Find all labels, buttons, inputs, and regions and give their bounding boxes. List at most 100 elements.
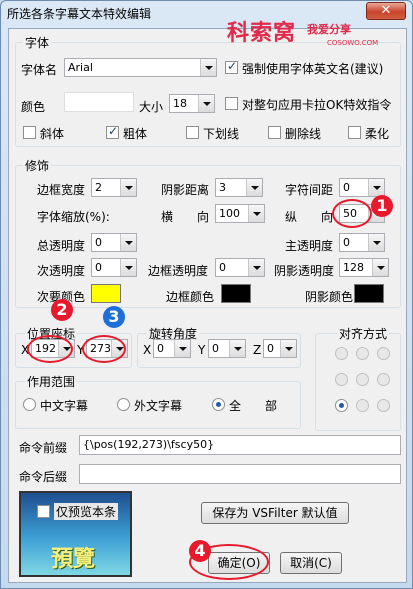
chevron-down-icon[interactable]	[246, 179, 262, 196]
chevron-down-icon[interactable]	[280, 340, 296, 357]
scope-chinese-label: 中文字幕	[40, 399, 89, 413]
italic-checkbox[interactable]	[23, 126, 36, 139]
primary-opacity-combo[interactable]: 0	[339, 233, 385, 252]
secondary-opacity-value: 0	[95, 261, 102, 274]
watermark-logo-text: 科索窝	[227, 21, 297, 46]
horizontal-scale-combo[interactable]: 100	[215, 204, 265, 223]
alignment-radio[interactable]	[335, 399, 348, 412]
command-prefix-input[interactable]: {\pos(192,273)\fscy50}	[79, 435, 401, 455]
font-name-value: Arial	[68, 61, 93, 74]
rotation-y-combo[interactable]: 0	[208, 339, 246, 358]
chevron-down-icon[interactable]	[372, 259, 388, 276]
chevron-down-icon[interactable]	[200, 59, 216, 76]
alignment-radio[interactable]	[377, 347, 390, 360]
scope-all-radio[interactable]	[212, 398, 225, 411]
window-title: 所选各条字幕文本特效编辑	[7, 7, 152, 21]
chevron-down-icon[interactable]	[229, 340, 245, 357]
chevron-down-icon[interactable]	[198, 95, 214, 112]
underline-label: 下划线	[203, 127, 240, 141]
primary-color-swatch[interactable]	[64, 92, 134, 112]
bold-label: 粗体	[123, 127, 148, 141]
bold-checkbox[interactable]	[106, 124, 119, 139]
shadow-distance-combo[interactable]: 3	[215, 178, 263, 197]
underline-checkbox[interactable]	[186, 126, 199, 139]
rotation-x-combo[interactable]: 0	[153, 339, 191, 358]
annotation-badge-1: 1	[371, 195, 393, 217]
shadow-color-label: 阴影颜色	[305, 290, 354, 304]
rotation-y-label: Y	[198, 343, 206, 357]
command-prefix-label: 命令前缀	[19, 441, 68, 455]
apply-karaoke-label: 对整句应用卡拉OK特效指令	[242, 98, 392, 112]
watermark-slogan: 我爱分享	[307, 23, 351, 36]
cancel-button[interactable]: 取消(C)	[280, 552, 342, 574]
command-suffix-label: 命令后缀	[19, 470, 68, 484]
border-width-combo[interactable]: 2	[91, 178, 137, 197]
force-english-name-label: 强制使用字体英文名(建议)	[242, 62, 384, 76]
primary-opacity-label: 主透明度	[285, 239, 334, 253]
alignment-radio[interactable]	[335, 373, 348, 386]
dialog-client: 字体 字体名 Arial 强制使用字体英文名(建议) 颜色 大小 18 对整句应…	[8, 28, 407, 583]
alignment-radio[interactable]	[335, 347, 348, 360]
command-suffix-input[interactable]	[79, 464, 401, 484]
font-size-value: 18	[173, 97, 187, 110]
chevron-down-icon[interactable]	[368, 234, 384, 251]
total-opacity-combo[interactable]: 0	[91, 233, 137, 252]
blur-label: 柔化	[365, 127, 390, 141]
apply-karaoke-checkbox[interactable]	[225, 97, 238, 110]
border-opacity-value: 0	[219, 261, 226, 274]
font-name-label: 字体名	[21, 63, 58, 77]
font-scale-label: 字体缩放(%):	[37, 210, 110, 224]
rotation-z-combo[interactable]: 0	[263, 339, 297, 358]
strikeout-checkbox[interactable]	[268, 126, 281, 139]
alignment-radio[interactable]	[377, 399, 390, 412]
char-spacing-combo[interactable]: 0	[339, 178, 385, 197]
blur-checkbox[interactable]	[348, 126, 361, 139]
vertical-scale-label: 纵 向	[285, 210, 334, 224]
shadow-color-swatch[interactable]	[354, 284, 384, 303]
italic-label: 斜体	[40, 127, 65, 141]
chevron-down-icon[interactable]	[174, 340, 190, 357]
shadow-opacity-label: 阴影透明度	[274, 264, 335, 278]
chevron-down-icon[interactable]	[248, 205, 264, 222]
font-name-combo[interactable]: Arial	[64, 58, 217, 77]
alignment-radio[interactable]	[356, 373, 369, 386]
secondary-opacity-label: 次透明度	[37, 264, 86, 278]
chevron-down-icon[interactable]	[248, 259, 264, 276]
watermark-url: COSOWO.COM	[327, 39, 379, 47]
border-color-swatch[interactable]	[221, 284, 251, 303]
border-opacity-combo[interactable]: 0	[215, 258, 265, 277]
secondary-color-swatch[interactable]	[91, 284, 121, 303]
scope-chinese-radio[interactable]	[23, 398, 36, 411]
color-label: 颜色	[21, 100, 46, 114]
horizontal-scale-value: 100	[219, 207, 240, 220]
save-default-button[interactable]: 保存为 VSFilter 默认值	[201, 502, 349, 524]
chevron-down-icon[interactable]	[368, 179, 384, 196]
preview-image: 仅预览本条 預覽	[19, 491, 132, 577]
border-width-label: 边框宽度	[37, 183, 86, 197]
border-color-label: 边框颜色	[166, 290, 215, 304]
chevron-down-icon[interactable]	[120, 234, 136, 251]
scope-all-label: 全 部	[229, 399, 278, 413]
total-opacity-label: 总透明度	[37, 239, 86, 253]
alignment-radio[interactable]	[356, 347, 369, 360]
horizontal-scale-label: 横 向	[161, 210, 210, 224]
only-preview-checkbox[interactable]	[37, 505, 50, 518]
highlight-circle	[332, 199, 372, 228]
site-watermark: 科索窝 我爱分享 COSOWO.COM	[227, 15, 407, 55]
dialog-window: 所选各条字幕文本特效编辑 ✕ 字体 字体名 Arial 强制使用字体英文名(建议…	[0, 0, 413, 589]
shadow-opacity-combo[interactable]: 128	[339, 258, 389, 277]
strikeout-label: 删除线	[285, 127, 322, 141]
total-opacity-value: 0	[95, 236, 102, 249]
chevron-down-icon[interactable]	[120, 179, 136, 196]
force-english-name-checkbox[interactable]	[225, 59, 238, 74]
secondary-opacity-combo[interactable]: 0	[91, 258, 137, 277]
chevron-down-icon[interactable]	[120, 259, 136, 276]
border-width-value: 2	[95, 181, 102, 194]
decoration-group-label: 修饰	[23, 157, 52, 174]
font-size-combo[interactable]: 18	[169, 94, 215, 113]
scope-foreign-radio[interactable]	[117, 398, 130, 411]
char-spacing-label: 字符间距	[285, 183, 334, 197]
scope-group-label: 作用范围	[25, 373, 78, 390]
alignment-radio[interactable]	[356, 399, 369, 412]
alignment-radio[interactable]	[377, 373, 390, 386]
